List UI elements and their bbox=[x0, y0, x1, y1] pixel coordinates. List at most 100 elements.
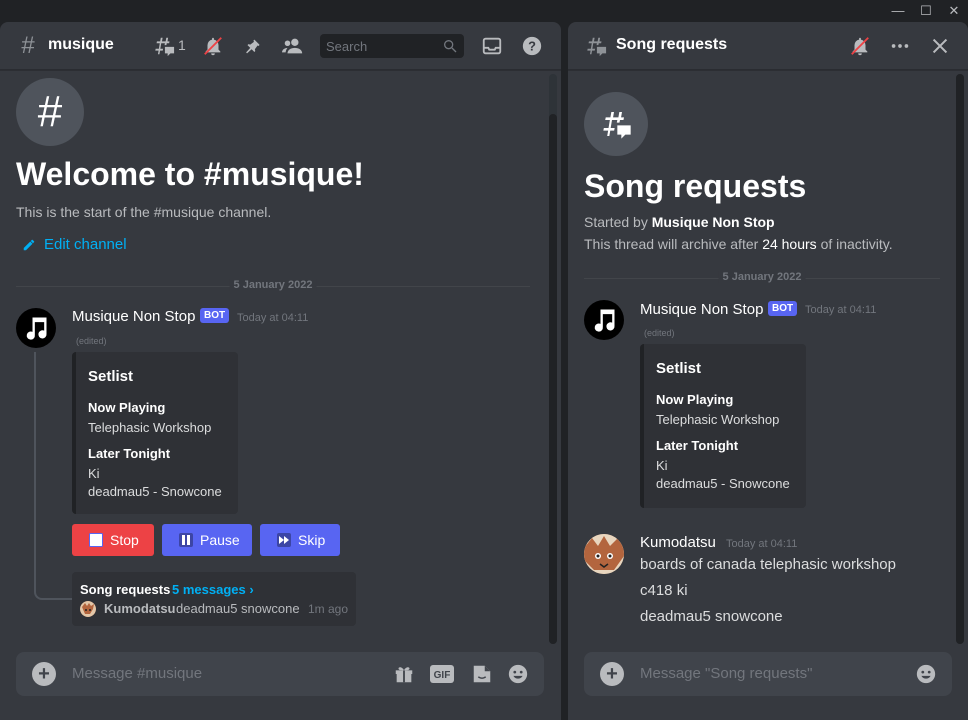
message-line: c418 ki bbox=[640, 582, 688, 599]
message-timestamp[interactable]: Today at 04:11 bbox=[805, 304, 876, 316]
search-placeholder: Search bbox=[326, 39, 368, 54]
minimize-button[interactable]: — bbox=[884, 0, 912, 22]
window-titlebar: — ☐ ✕ bbox=[0, 0, 968, 22]
maximize-button[interactable]: ☐ bbox=[912, 0, 940, 22]
message-author[interactable]: Musique Non Stop bbox=[640, 301, 763, 318]
date-divider: 5 January 2022 bbox=[584, 271, 940, 283]
embed-field-name: Later Tonight bbox=[88, 446, 171, 461]
close-window-button[interactable]: ✕ bbox=[940, 0, 968, 22]
thread-scroll-thumb[interactable] bbox=[956, 74, 964, 644]
help-icon[interactable]: ? bbox=[520, 34, 544, 58]
skip-button[interactable]: Skip bbox=[260, 524, 340, 556]
skip-icon bbox=[276, 532, 292, 548]
thread-composer[interactable]: + Message "Song requests" bbox=[584, 652, 952, 696]
archive-line: This thread will archive after 24 hours … bbox=[584, 236, 893, 252]
inbox-icon[interactable] bbox=[480, 34, 504, 58]
pause-label: Pause bbox=[200, 532, 240, 548]
thread-author-avatar bbox=[80, 601, 96, 617]
embed-field-name: Now Playing bbox=[88, 400, 166, 415]
music-note-icon bbox=[594, 309, 615, 332]
svg-text:GIF: GIF bbox=[434, 670, 451, 681]
thread-big-icon bbox=[584, 92, 648, 156]
emoji-icon[interactable] bbox=[914, 662, 938, 686]
edit-channel-label: Edit channel bbox=[44, 236, 127, 253]
channel-hash-icon: # bbox=[16, 78, 84, 146]
message-line: deadmau5 snowcone bbox=[640, 608, 783, 625]
gift-icon[interactable] bbox=[392, 662, 416, 686]
message-timestamp[interactable]: Today at 04:11 bbox=[726, 538, 797, 550]
embed-field-value: Ki bbox=[656, 458, 668, 473]
started-by-line: Started by Musique Non Stop bbox=[584, 214, 775, 230]
close-thread-icon[interactable] bbox=[928, 34, 952, 58]
date-divider: 5 January 2022 bbox=[16, 279, 530, 291]
emoji-icon[interactable] bbox=[506, 662, 530, 686]
message-line: boards of canada telephasic workshop bbox=[640, 556, 896, 573]
thread-scrollbar[interactable] bbox=[956, 74, 964, 644]
bot-avatar[interactable] bbox=[16, 308, 56, 348]
search-input[interactable]: Search bbox=[320, 34, 464, 58]
started-by-prefix: Started by bbox=[584, 214, 648, 230]
stop-button[interactable]: Stop bbox=[72, 524, 154, 556]
threads-icon[interactable] bbox=[152, 34, 176, 58]
pause-button[interactable]: Pause bbox=[162, 524, 252, 556]
thread-pane: Song requests Song requests Started by M… bbox=[568, 22, 968, 720]
user-avatar[interactable] bbox=[584, 534, 624, 574]
archive-duration[interactable]: 24 hours bbox=[762, 236, 816, 252]
stop-label: Stop bbox=[110, 532, 139, 548]
music-note-icon bbox=[26, 317, 47, 340]
edited-label: (edited) bbox=[644, 328, 675, 338]
bot-badge: BOT bbox=[768, 301, 798, 316]
members-icon[interactable] bbox=[281, 34, 305, 58]
channel-scroll-thumb[interactable] bbox=[549, 114, 557, 644]
channel-name: musique bbox=[48, 36, 114, 53]
thread-icon bbox=[584, 34, 608, 58]
bot-avatar[interactable] bbox=[584, 300, 624, 340]
embed-field-value: Ki bbox=[88, 466, 100, 481]
date-divider-label: 5 January 2022 bbox=[718, 271, 806, 283]
message-author[interactable]: Musique Non Stop bbox=[72, 308, 195, 325]
message-timestamp[interactable]: Today at 04:11 bbox=[237, 312, 308, 324]
channel-scrollbar[interactable] bbox=[549, 74, 557, 644]
thread-title: Song requests bbox=[584, 168, 807, 204]
embed-field-value: deadmau5 - Snowcone bbox=[88, 484, 222, 499]
archive-suffix: of inactivity. bbox=[820, 236, 893, 252]
archive-prefix: This thread will archive after bbox=[584, 236, 759, 252]
stop-icon bbox=[88, 532, 104, 548]
more-options-icon[interactable] bbox=[888, 34, 912, 58]
add-attachment-button[interactable]: + bbox=[600, 662, 624, 686]
pause-icon bbox=[178, 532, 194, 548]
embed-title: Setlist bbox=[656, 360, 702, 377]
svg-text:?: ? bbox=[528, 39, 536, 54]
composer-placeholder: Message "Song requests" bbox=[640, 665, 813, 682]
composer-placeholder: Message #musique bbox=[72, 665, 203, 682]
thread-spine bbox=[34, 352, 72, 600]
thread-last-message: deadmau5 snowcone bbox=[176, 601, 300, 616]
gif-icon[interactable]: GIF bbox=[430, 662, 454, 686]
sticker-icon[interactable] bbox=[470, 662, 494, 686]
skip-label: Skip bbox=[298, 532, 326, 548]
add-attachment-button[interactable]: + bbox=[32, 662, 56, 686]
channel-header: # musique 1 Search ? bbox=[0, 22, 561, 70]
mute-bell-icon[interactable] bbox=[848, 34, 872, 58]
thread-name: Song requests bbox=[616, 36, 728, 53]
started-by-user[interactable]: Musique Non Stop bbox=[652, 214, 775, 230]
message-composer[interactable]: + Message #musique GIF bbox=[16, 652, 544, 696]
setlist-embed: Setlist Now Playing Telephasic Workshop … bbox=[640, 344, 806, 508]
welcome-title: Welcome to #musique! bbox=[16, 156, 364, 192]
hashtag-icon: # bbox=[21, 32, 35, 59]
welcome-subtitle: This is the start of the #musique channe… bbox=[16, 204, 272, 220]
edit-channel-link[interactable]: Edit channel bbox=[22, 236, 127, 253]
thread-header: Song requests bbox=[568, 22, 968, 70]
embed-field-name: Now Playing bbox=[656, 392, 734, 407]
thread-preview-card[interactable]: Song requests 5 messages › Kumodatsu dea… bbox=[72, 572, 356, 626]
thread-name: Song requests bbox=[80, 582, 171, 597]
setlist-embed: Setlist Now Playing Telephasic Workshop … bbox=[72, 352, 238, 514]
embed-field-value: deadmau5 - Snowcone bbox=[656, 476, 790, 491]
mute-bell-icon[interactable] bbox=[201, 34, 225, 58]
thread-message-count[interactable]: 5 messages › bbox=[172, 582, 254, 597]
message-author[interactable]: Kumodatsu bbox=[640, 534, 716, 551]
embed-title: Setlist bbox=[88, 368, 134, 385]
pin-icon[interactable] bbox=[241, 34, 265, 58]
pencil-icon bbox=[22, 237, 38, 253]
edited-label: (edited) bbox=[76, 336, 107, 346]
